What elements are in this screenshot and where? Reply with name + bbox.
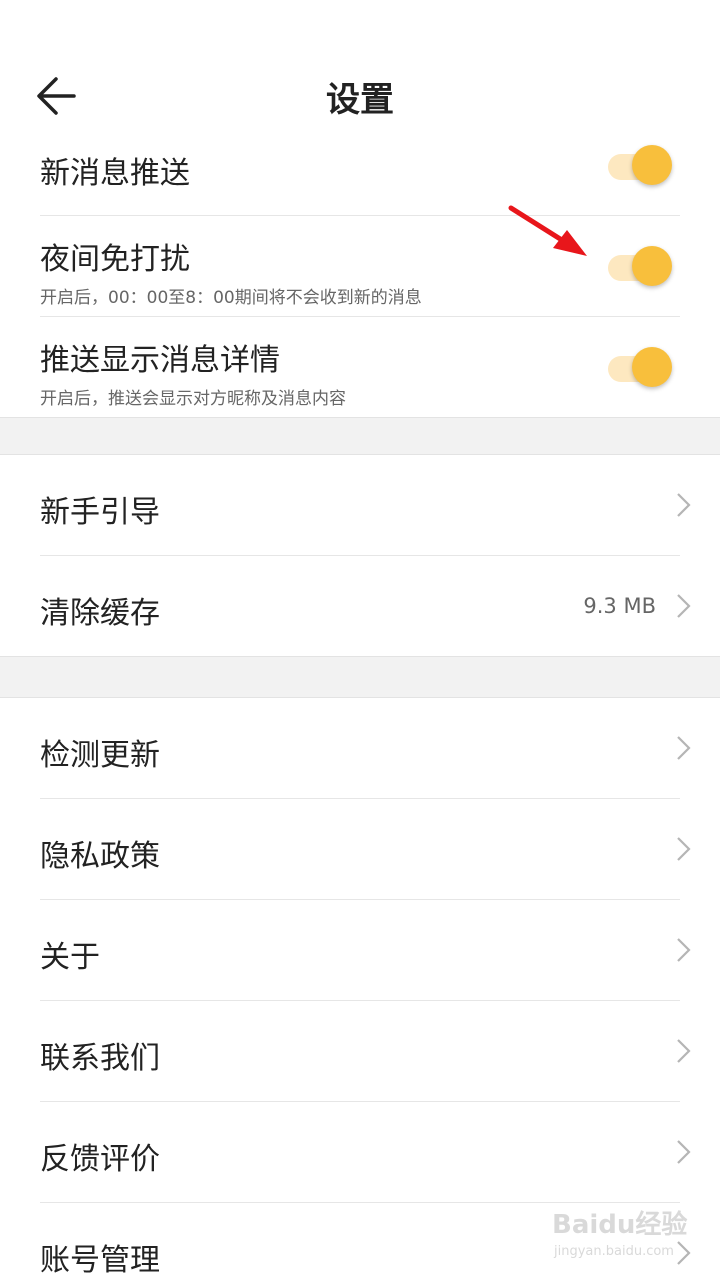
- red-arrow-icon: [508, 205, 587, 256]
- row-check-update[interactable]: 检测更新: [0, 698, 720, 798]
- chevron-right-icon: [677, 938, 691, 962]
- chevron-right-icon: [677, 1039, 691, 1063]
- row-contact-us[interactable]: 联系我们: [0, 1001, 720, 1101]
- night-dnd-toggle[interactable]: [608, 244, 674, 290]
- row-feedback[interactable]: 反馈评价: [0, 1102, 720, 1202]
- section-gap: [0, 656, 720, 698]
- page-title: 设置: [326, 80, 394, 120]
- about-label: 关于: [40, 940, 100, 975]
- row-night-dnd[interactable]: 夜间免打扰 开启后，00：00至8：00期间将不会收到新的消息: [0, 216, 720, 316]
- row-beginner-guide[interactable]: 新手引导: [0, 455, 720, 555]
- chevron-right-icon: [677, 594, 691, 618]
- show-message-detail-label: 推送显示消息详情: [40, 343, 280, 378]
- chevron-right-icon: [677, 493, 691, 517]
- toggle-knob: [632, 347, 672, 387]
- app-header: 设置: [0, 0, 720, 140]
- chevron-right-icon: [677, 837, 691, 861]
- chevron-right-icon: [677, 1140, 691, 1164]
- account-management-label: 账号管理: [40, 1243, 160, 1278]
- new-message-push-label: 新消息推送: [40, 156, 190, 191]
- watermark-brand: Baidu经验: [552, 1210, 688, 1240]
- row-privacy-policy[interactable]: 隐私政策: [0, 799, 720, 899]
- toggle-knob: [632, 145, 672, 185]
- show-message-detail-toggle[interactable]: [608, 345, 674, 391]
- contact-us-label: 联系我们: [40, 1041, 160, 1076]
- row-clear-cache[interactable]: 清除缓存 9.3 MB: [0, 556, 720, 656]
- clear-cache-label: 清除缓存: [40, 596, 160, 631]
- night-dnd-description: 开启后，00：00至8：00期间将不会收到新的消息: [40, 288, 422, 308]
- toggle-knob: [632, 246, 672, 286]
- check-update-label: 检测更新: [40, 738, 160, 773]
- show-message-detail-description: 开启后，推送会显示对方昵称及消息内容: [40, 389, 346, 409]
- baidu-jingyan-watermark: Baidu经验 jingyan.baidu.com: [552, 1200, 712, 1272]
- watermark-url: jingyan.baidu.com: [554, 1244, 674, 1259]
- night-dnd-label: 夜间免打扰: [40, 242, 190, 277]
- cache-size-value: 9.3 MB: [583, 594, 656, 618]
- beginner-guide-label: 新手引导: [40, 495, 160, 530]
- row-about[interactable]: 关于: [0, 900, 720, 1000]
- row-show-message-detail[interactable]: 推送显示消息详情 开启后，推送会显示对方昵称及消息内容: [0, 317, 720, 417]
- privacy-policy-label: 隐私政策: [40, 839, 160, 874]
- section-gap: [0, 417, 720, 455]
- chevron-right-icon: [677, 736, 691, 760]
- row-new-message-push[interactable]: 新消息推送: [0, 140, 720, 215]
- new-message-push-toggle[interactable]: [608, 143, 674, 189]
- feedback-label: 反馈评价: [40, 1142, 160, 1177]
